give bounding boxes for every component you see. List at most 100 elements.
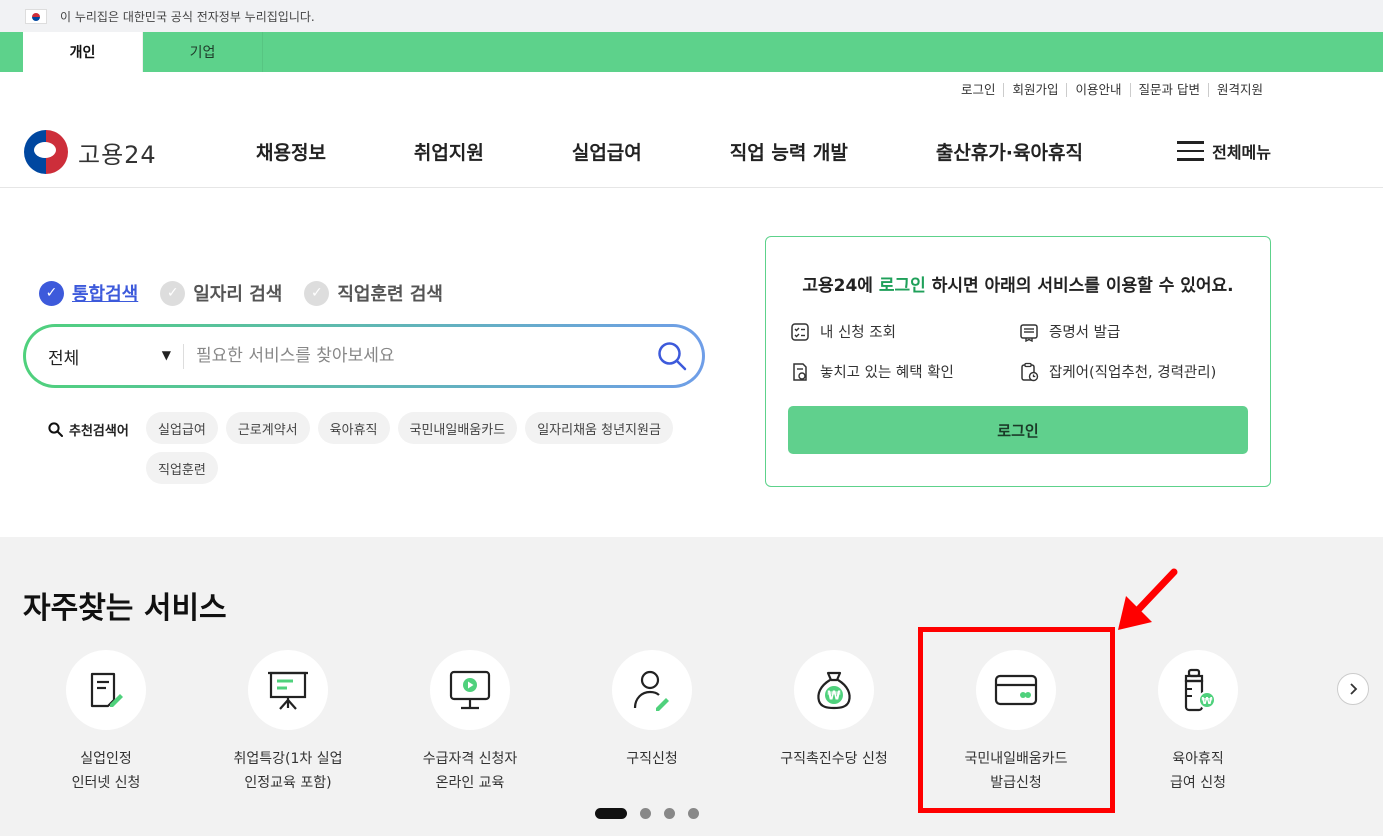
service-label: 구직촉진수당 신청 — [780, 751, 888, 767]
search-icon — [658, 342, 687, 371]
monitor-play-icon — [449, 670, 491, 710]
qna-link[interactable]: 질문과 답변 — [1129, 83, 1208, 97]
document-pen-icon — [90, 672, 123, 708]
search-category-select[interactable]: 전체 ▼ — [26, 343, 184, 369]
service-unemployment-recognition[interactable]: 실업인정 인터넷 신청 — [26, 650, 186, 795]
search-box: 전체 ▼ — [23, 324, 705, 388]
recommended-keywords-label: 추천검색어 — [48, 420, 129, 439]
section-title: 자주찾는 서비스 — [23, 591, 227, 626]
search-input[interactable] — [184, 346, 642, 366]
search-button[interactable] — [642, 336, 702, 376]
carousel-dot-1[interactable] — [595, 808, 627, 819]
feature-label: 내 신청 조회 — [820, 325, 896, 341]
title-highlight: 로그인 — [878, 276, 926, 296]
svg-text:₩: ₩ — [827, 689, 841, 703]
search-type-tabs: ✓ 통합검색 ✓ 일자리 검색 ✓ 직업훈련 검색 — [39, 280, 465, 306]
all-menu-button[interactable]: 전체메뉴 — [1177, 139, 1271, 163]
check-icon: ✓ — [304, 280, 330, 306]
login-promo-box: 고용24에 로그인 하시면 아래의 서비스를 이용할 수 있어요. 내 신청 조… — [765, 236, 1271, 487]
keyword-chips: 실업급여 근로계약서 육아휴직 국민내일배움카드 일자리채움 청년지원금 직업훈… — [146, 412, 706, 492]
tab-label: 직업훈련 검색 — [337, 284, 443, 305]
taegeuk-logo-icon — [24, 130, 68, 174]
feature-missed-benefits: 놓치고 있는 혜택 확인 — [790, 361, 954, 382]
audience-tabs: 개인 기업 — [0, 32, 1383, 72]
main-header: 고용24 채용정보 취업지원 실업급여 직업 능력 개발 출산휴가·육아휴직 전… — [0, 118, 1383, 188]
service-parental-leave-benefit[interactable]: ₩ 육아휴직 급여 신청 — [1118, 650, 1278, 795]
carousel-dot-3[interactable] — [664, 808, 675, 819]
nav-unemployment-benefit[interactable]: 실업급여 — [572, 138, 642, 165]
certificate-icon — [1020, 323, 1038, 342]
carousel-next-button[interactable] — [1337, 673, 1369, 705]
recommend-label-text: 추천검색어 — [69, 424, 129, 439]
hamburger-icon — [1177, 141, 1205, 161]
feature-jobcare: 잡케어(직업추천, 경력관리) — [1019, 361, 1216, 382]
clipboard-clock-icon — [1021, 362, 1039, 381]
feature-label: 증명서 발급 — [1049, 325, 1121, 341]
check-icon: ✓ — [160, 280, 186, 306]
keyword-chip[interactable]: 일자리채움 청년지원금 — [525, 412, 673, 444]
carousel-dot-2[interactable] — [640, 808, 651, 819]
feature-label: 잡케어(직업추천, 경력관리) — [1049, 365, 1217, 381]
document-search-icon — [793, 362, 807, 381]
feature-label: 놓치고 있는 혜택 확인 — [820, 365, 954, 381]
carousel-dot-4[interactable] — [688, 808, 699, 819]
keyword-chip[interactable]: 국민내일배움카드 — [397, 412, 518, 444]
tab-business[interactable]: 기업 — [143, 32, 263, 72]
tab-integrated-search[interactable]: ✓ 통합검색 — [39, 280, 138, 306]
service-label: 구직신청 — [626, 751, 678, 767]
svg-text:₩: ₩ — [1201, 696, 1212, 707]
nav-employment-support[interactable]: 취업지원 — [414, 138, 484, 165]
caret-down-icon: ▼ — [161, 347, 171, 362]
signup-link[interactable]: 회원가입 — [1003, 83, 1066, 97]
service-online-education[interactable]: 수급자격 신청자 온라인 교육 — [390, 650, 550, 795]
gov-banner-text: 이 누리집은 대한민국 공식 전자정부 누리집입니다. — [60, 9, 315, 24]
usage-guide-link[interactable]: 이용안내 — [1066, 83, 1129, 97]
utility-links: 로그인 회원가입 이용안내 질문과 답변 원격지원 — [953, 83, 1271, 97]
service-label: 실업인정 인터넷 신청 — [71, 751, 141, 791]
search-icon — [48, 422, 63, 437]
carousel-pagination — [595, 808, 699, 819]
tab-job-search[interactable]: ✓ 일자리 검색 — [160, 280, 282, 306]
gov-banner: 이 누리집은 대한민국 공식 전자정부 누리집입니다. — [0, 0, 1383, 32]
login-link[interactable]: 로그인 — [953, 83, 1004, 97]
remote-support-link[interactable]: 원격지원 — [1207, 83, 1271, 97]
service-job-promotion-allowance[interactable]: ₩ 구직촉진수당 신청 — [754, 650, 914, 771]
korea-flag-icon — [25, 8, 47, 24]
keyword-chip[interactable]: 직업훈련 — [146, 452, 218, 484]
nav-job-info[interactable]: 채용정보 — [256, 138, 326, 165]
site-logo[interactable]: 고용24 — [24, 130, 157, 174]
keyword-chip[interactable]: 실업급여 — [146, 412, 218, 444]
annotation-arrow-icon — [1118, 568, 1178, 630]
feature-my-applications: 내 신청 조회 — [790, 321, 896, 342]
title-suffix: 하시면 아래의 서비스를 이용할 수 있어요. — [925, 276, 1234, 296]
select-value: 전체 — [48, 348, 80, 369]
all-menu-label: 전체메뉴 — [1212, 143, 1271, 162]
keyword-chip[interactable]: 육아휴직 — [317, 412, 390, 444]
presentation-board-icon — [268, 671, 308, 710]
check-icon: ✓ — [39, 280, 64, 306]
checklist-icon — [791, 322, 809, 341]
keyword-chip[interactable]: 근로계약서 — [225, 412, 310, 444]
person-pen-icon — [633, 670, 669, 711]
chevron-right-icon — [1350, 683, 1358, 695]
title-prefix: 고용24에 — [802, 276, 879, 296]
money-bag-won-icon: ₩ — [817, 671, 851, 710]
service-label: 취업특강(1차 실업 인정교육 포함) — [233, 751, 343, 791]
nav-parental-leave[interactable]: 출산휴가·육아휴직 — [936, 138, 1083, 165]
login-promo-title: 고용24에 로그인 하시면 아래의 서비스를 이용할 수 있어요. — [766, 271, 1270, 296]
nav-vocational-training[interactable]: 직업 능력 개발 — [730, 138, 848, 165]
tab-label: 일자리 검색 — [193, 284, 283, 305]
global-nav: 채용정보 취업지원 실업급여 직업 능력 개발 출산휴가·육아휴직 — [256, 138, 1083, 165]
service-label: 수급자격 신청자 온라인 교육 — [422, 751, 518, 791]
baby-bottle-won-icon: ₩ — [1184, 668, 1216, 712]
tab-label: 통합검색 — [72, 284, 139, 305]
login-button[interactable]: 로그인 — [788, 406, 1248, 454]
logo-text: 고용24 — [78, 140, 157, 169]
tab-training-search[interactable]: ✓ 직업훈련 검색 — [304, 280, 443, 306]
service-employment-lecture[interactable]: 취업특강(1차 실업 인정교육 포함) — [208, 650, 368, 795]
annotation-highlight-box — [918, 627, 1115, 813]
service-label: 육아휴직 급여 신청 — [1170, 751, 1226, 791]
tab-personal[interactable]: 개인 — [23, 32, 143, 72]
service-job-application[interactable]: 구직신청 — [572, 650, 732, 771]
feature-certificate: 증명서 발급 — [1019, 321, 1120, 342]
